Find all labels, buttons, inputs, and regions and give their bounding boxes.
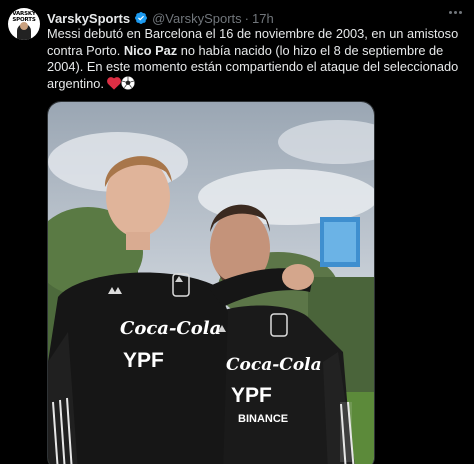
more-options-icon[interactable] bbox=[449, 11, 462, 14]
red-heart-emoji bbox=[107, 76, 122, 95]
tweet-header: VarskySports @VarskySports · 17h bbox=[47, 9, 274, 27]
verified-badge-icon[interactable] bbox=[134, 11, 148, 25]
tweet[interactable]: VARSKY SPORTS VarskySports @VarskySports… bbox=[0, 0, 474, 464]
right-shirt-sponsor: Coca-Cola bbox=[226, 355, 322, 375]
right-shirt-brand: YPF bbox=[231, 384, 272, 407]
left-shirt-brand: YPF bbox=[123, 349, 164, 372]
tweet-photo[interactable]: Coca-Cola YPF Coca-Cola YPF BINANCE bbox=[47, 101, 375, 464]
avatar[interactable]: VARSKY SPORTS bbox=[8, 8, 40, 40]
photo-graphic: Coca-Cola YPF Coca-Cola YPF BINANCE bbox=[48, 102, 374, 464]
display-name[interactable]: VarskySports bbox=[47, 11, 130, 26]
left-shirt-sponsor: Coca-Cola bbox=[120, 318, 221, 339]
avatar-logo-text: VARSKY SPORTS bbox=[12, 11, 36, 23]
timestamp[interactable]: 17h bbox=[252, 11, 274, 26]
handle[interactable]: @VarskySports bbox=[152, 11, 242, 26]
right-shirt-extra: BINANCE bbox=[238, 413, 288, 425]
tweet-text: Messi debutó en Barcelona el 16 de novie… bbox=[47, 26, 467, 94]
separator-dot: · bbox=[244, 10, 249, 26]
tweet-text-bold: Nico Paz bbox=[123, 42, 178, 58]
soccer-ball-emoji bbox=[121, 75, 136, 95]
avatar-face bbox=[20, 22, 28, 30]
